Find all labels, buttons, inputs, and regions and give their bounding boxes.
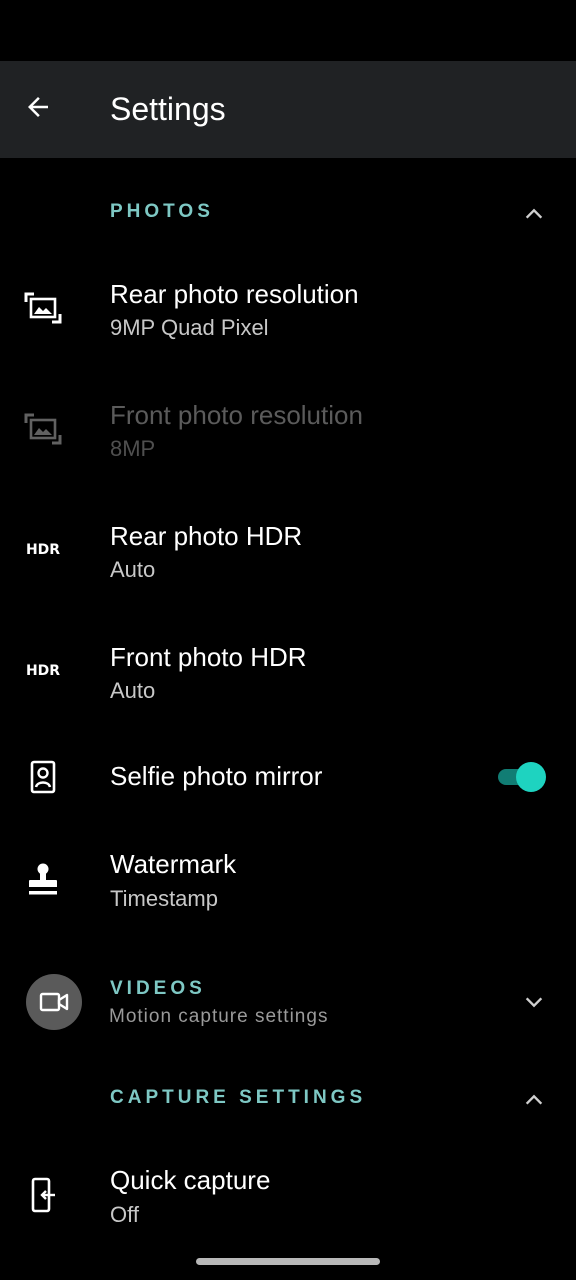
setting-summary: Auto [110,678,156,703]
setting-title: Front photo HDR [110,642,307,672]
setting-front-photo-hdr[interactable]: HDR Front photo HDR Auto [0,621,576,731]
status-bar [0,0,576,61]
section-header-videos[interactable]: VIDEOS Motion capture settings [0,974,576,1054]
app-bar: Settings [0,61,576,158]
setting-summary: 9MP Quad Pixel [110,315,269,340]
setting-summary: Auto [110,557,156,582]
hdr-icon-label: HDR [25,663,61,679]
setting-rear-photo-hdr[interactable]: HDR Rear photo HDR Auto [0,500,576,610]
chevron-down-icon [522,990,546,1014]
phone-twist-icon [24,1176,62,1214]
hdr-icon: HDR [24,652,62,690]
section-subtitle-videos: Motion capture settings [109,1006,329,1027]
setting-title: Rear photo HDR [110,521,303,551]
navigation-handle[interactable] [196,1258,380,1265]
section-header-photos[interactable]: PHOTOS [0,184,576,244]
section-title-videos: VIDEOS [110,978,206,999]
setting-title: Watermark [110,849,237,879]
back-button[interactable] [14,85,62,133]
setting-title: Quick capture [110,1165,271,1195]
hdr-icon: HDR [24,531,62,569]
portrait-frame-icon [24,758,62,796]
toggle-thumb [516,762,546,792]
setting-rear-photo-resolution[interactable]: Rear photo resolution 9MP Quad Pixel [0,258,576,368]
setting-summary: Off [110,1202,139,1227]
setting-quick-capture[interactable]: Quick capture Off [0,1146,576,1256]
section-header-capture-settings[interactable]: CAPTURE SETTINGS [0,1070,576,1130]
photo-size-icon [24,410,62,448]
chevron-up-icon [522,202,546,226]
setting-title: Selfie photo mirror [110,761,323,791]
section-title-photos: PHOTOS [110,201,214,222]
setting-front-photo-resolution: Front photo resolution 8MP [0,379,576,489]
section-title-capture-settings: CAPTURE SETTINGS [110,1087,367,1108]
arrow-back-icon [23,92,53,127]
photo-size-icon [24,289,62,327]
chevron-up-icon [522,1088,546,1112]
setting-title: Front photo resolution [110,400,363,430]
hdr-icon-label: HDR [25,542,61,558]
video-camera-icon [26,974,82,1030]
setting-summary: Timestamp [110,886,218,911]
setting-title: Rear photo resolution [110,279,359,309]
setting-summary: 8MP [110,436,156,461]
page-title: Settings [110,91,226,127]
stamp-icon [24,860,62,898]
selfie-mirror-toggle[interactable] [494,759,548,795]
setting-watermark[interactable]: Watermark Timestamp [0,830,576,940]
setting-selfie-photo-mirror[interactable]: Selfie photo mirror [0,742,576,812]
